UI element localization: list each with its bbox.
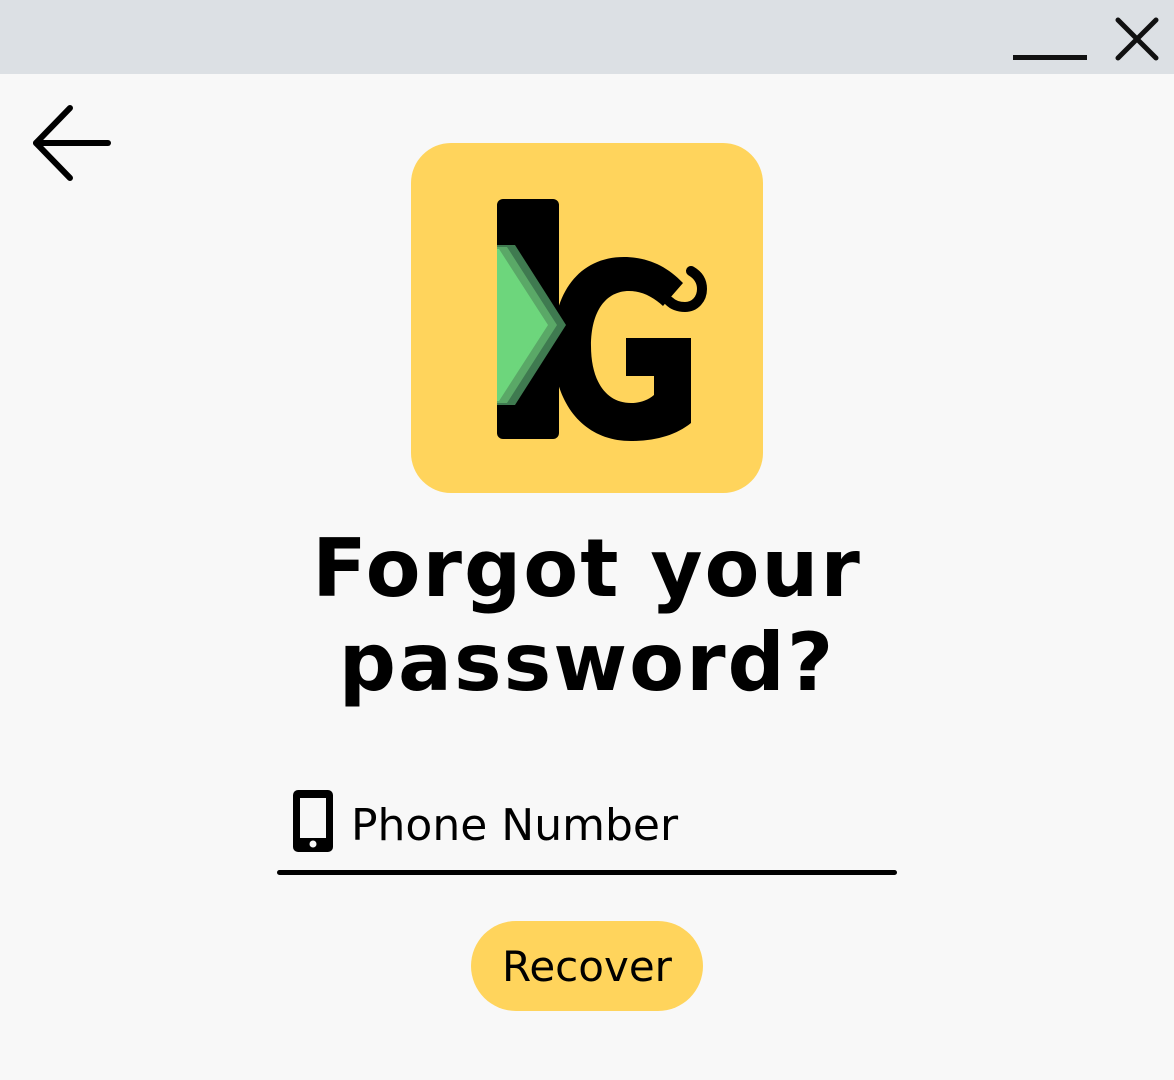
close-button[interactable] bbox=[1108, 10, 1166, 68]
window-titlebar bbox=[0, 0, 1174, 74]
title-line-1: Forgot your bbox=[312, 522, 862, 615]
close-icon bbox=[1115, 17, 1159, 61]
back-button[interactable] bbox=[26, 100, 118, 186]
arrow-left-icon bbox=[33, 105, 111, 181]
app-logo bbox=[411, 143, 763, 493]
smartphone-icon bbox=[293, 790, 333, 852]
minimize-button[interactable] bbox=[1008, 12, 1092, 68]
field-underline bbox=[277, 870, 897, 875]
page-title: Forgot your password? bbox=[237, 522, 937, 710]
phone-number-field bbox=[277, 782, 897, 876]
app-logo-icon bbox=[497, 199, 708, 441]
phone-number-input[interactable] bbox=[351, 792, 881, 858]
recover-button[interactable]: Recover bbox=[471, 921, 703, 1011]
minimize-icon bbox=[1013, 55, 1087, 60]
title-line-2: password? bbox=[338, 616, 836, 709]
